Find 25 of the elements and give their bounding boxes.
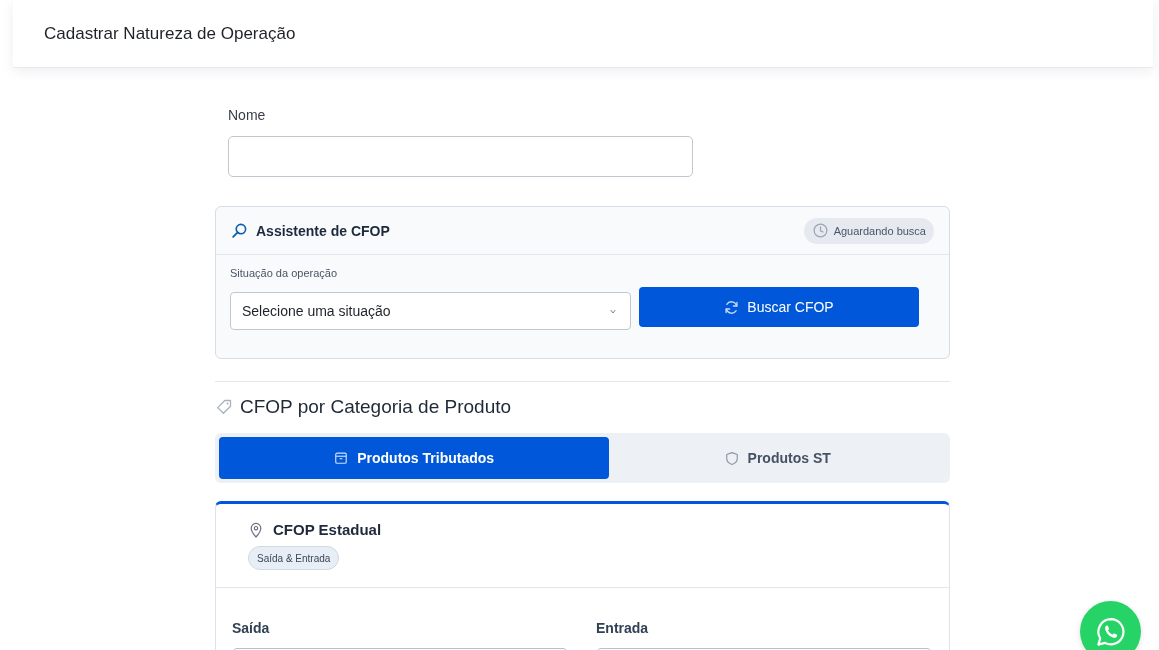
field-label: Nome — [228, 107, 266, 123]
search-button[interactable]: Buscar CFOP — [639, 287, 919, 327]
field-label: Entrada — [596, 620, 649, 636]
scope-badge: Saída & Entrada — [248, 546, 340, 570]
shield-icon — [724, 450, 739, 466]
card-title: CFOP Estadual — [273, 521, 382, 538]
field-label: Situação da operação — [230, 267, 338, 280]
field-label: Saída — [232, 620, 270, 636]
map-pin-icon — [250, 521, 262, 538]
section-title: CFOP por Categoria de Produto — [240, 395, 512, 419]
box-icon — [334, 451, 349, 465]
chat-phone-icon — [1094, 615, 1127, 648]
search-icon — [232, 223, 247, 238]
chat-button[interactable] — [1080, 601, 1141, 650]
refresh-icon — [724, 299, 740, 315]
situation-select[interactable]: Selecione uma situação — [230, 292, 631, 330]
chevron-down-icon — [610, 308, 616, 314]
page-title: Cadastrar Natureza de Operação — [44, 23, 296, 44]
category-tab[interactable]: Produtos Tributados — [219, 437, 610, 479]
category-tab[interactable]: Produtos ST — [609, 437, 946, 479]
tag-icon — [216, 399, 232, 415]
status-text: Aguardando busca — [833, 224, 926, 237]
panel-title: Assistente de CFOP — [256, 222, 390, 239]
input-field[interactable] — [228, 136, 693, 177]
clock-icon — [812, 223, 828, 238]
